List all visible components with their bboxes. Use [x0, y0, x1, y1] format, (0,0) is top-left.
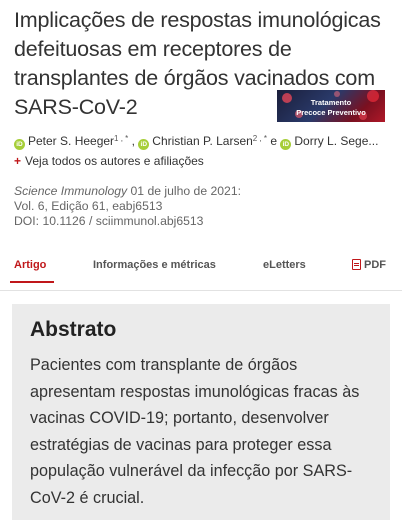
abstract-heading: Abstrato: [30, 318, 117, 341]
volume-info: Vol. 6, Edição 61, eabj6513: [14, 199, 163, 213]
author-separator: ,: [128, 134, 139, 148]
author-name[interactable]: Peter S. Heeger: [28, 134, 114, 148]
view-all-label: Veja todos os autores e afiliações: [25, 154, 204, 168]
tab-article[interactable]: Artigo: [14, 259, 46, 271]
tabs-divider: [0, 290, 402, 291]
ad-line-2: Precoce Preventivo: [296, 108, 366, 117]
tab-info-metrics[interactable]: Informações e métricas: [93, 259, 216, 271]
doi[interactable]: DOI: 10.1126 / sciimmunol.abj6513: [14, 214, 241, 229]
author-list: iD Peter S. Heeger1 , * , iD Christian P. …: [14, 134, 398, 150]
abstract-section: Abstrato Pacientes com transplante de ór…: [12, 304, 390, 520]
orcid-icon[interactable]: iD: [280, 139, 292, 150]
view-all-authors-link[interactable]: + Veja todos os autores e afiliações: [14, 154, 204, 168]
author-name[interactable]: Dorry L. Sege...: [294, 134, 378, 148]
tab-pdf-label: PDF: [364, 259, 386, 271]
journal-name[interactable]: Science Immunology: [14, 184, 127, 198]
author-separator: e: [267, 134, 281, 148]
author-affiliation[interactable]: 2 , *: [253, 134, 267, 143]
active-tab-indicator: [10, 281, 54, 283]
citation-block: Science Immunology 01 de julho de 2021: …: [14, 184, 241, 229]
orcid-icon[interactable]: iD: [14, 139, 25, 150]
author-name[interactable]: Christian P. Larsen: [152, 134, 253, 148]
abstract-text: Pacientes com transplante de órgãos apre…: [30, 356, 360, 507]
orcid-icon[interactable]: iD: [138, 139, 150, 150]
author-affiliation[interactable]: 1 , *: [114, 134, 128, 143]
tab-eletters[interactable]: eLetters: [263, 259, 306, 271]
plus-icon: +: [14, 154, 22, 168]
ad-line-1: Tratamento: [310, 98, 352, 107]
publication-date: 01 de julho de 2021:: [130, 184, 241, 198]
article-tabs: Artigo Informações e métricas eLetters P…: [0, 254, 402, 283]
tab-pdf[interactable]: PDF: [352, 259, 386, 271]
pdf-icon: [352, 259, 361, 270]
ad-banner[interactable]: Tratamento Precoce Preventivo: [277, 90, 385, 122]
